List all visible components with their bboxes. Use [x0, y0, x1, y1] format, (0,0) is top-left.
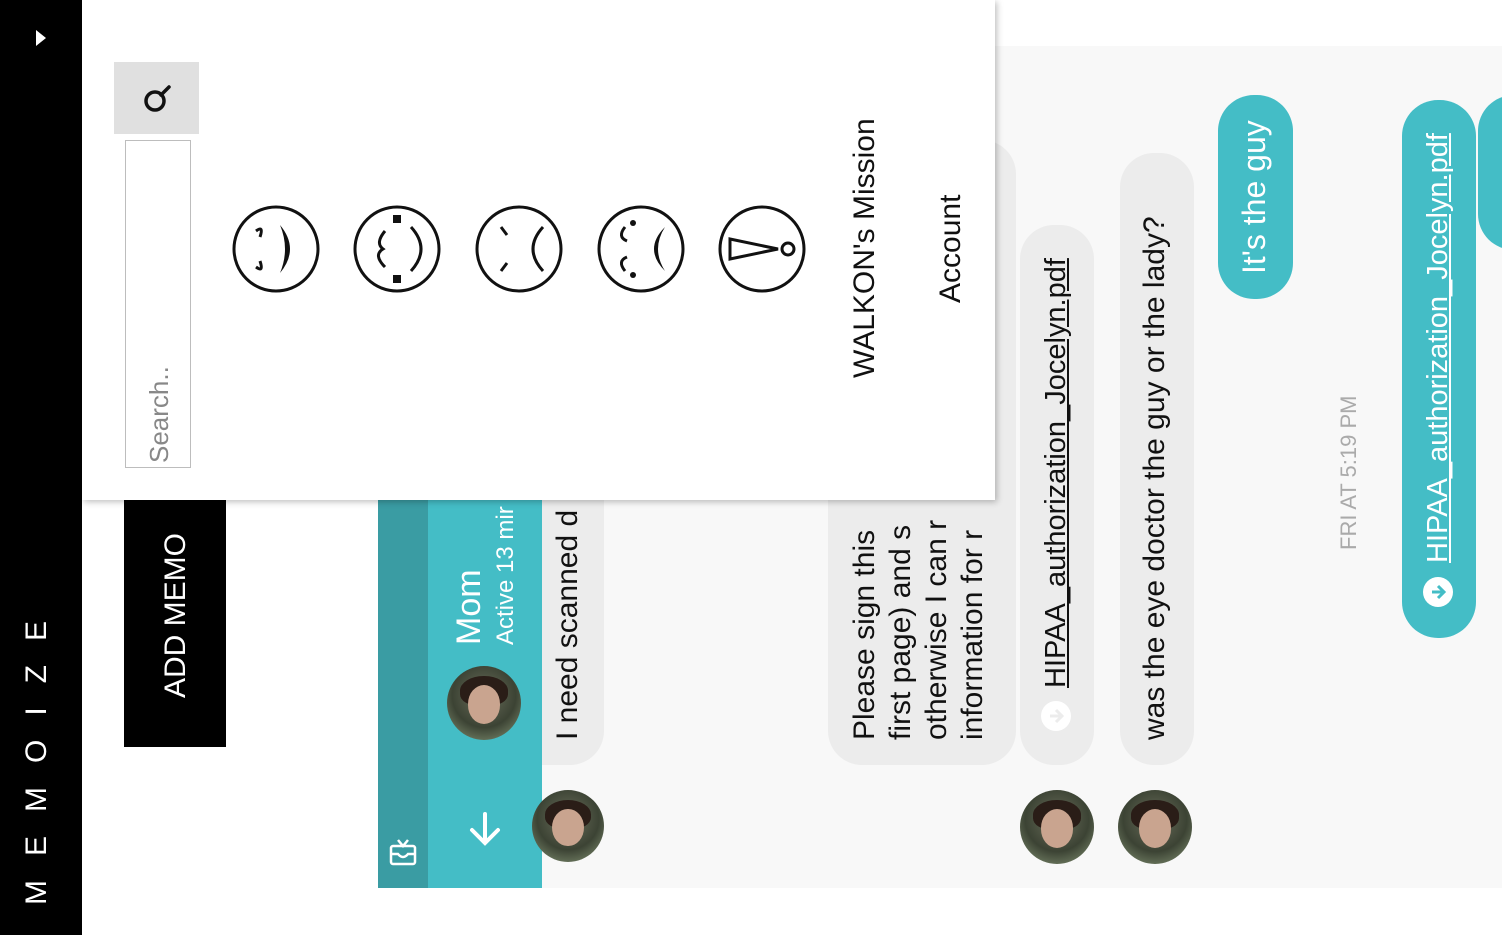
search-icon	[144, 85, 171, 112]
sender-avatar	[1118, 790, 1192, 864]
inbox-icon[interactable]	[388, 836, 418, 868]
message-timestamp: FRI AT 5:19 PM	[1336, 395, 1361, 550]
account-link[interactable]: Account	[934, 195, 967, 303]
sidebar: MEMOIZE	[0, 0, 82, 935]
message-text: information for r	[956, 529, 989, 740]
download-icon[interactable]	[1040, 700, 1072, 732]
search-button[interactable]	[114, 62, 199, 134]
outgoing-bubble-edge	[1478, 95, 1502, 250]
search-input[interactable]: Search..	[125, 140, 191, 468]
message-text: I need scanned d	[551, 509, 584, 740]
mission-link[interactable]: WALKON's Mission	[848, 118, 881, 378]
file-link[interactable]: HIPAA_authorization_Jocelyn.pdf	[1422, 133, 1454, 563]
laughing-face-icon[interactable]	[230, 203, 322, 295]
file-link[interactable]: HIPAA_authorization_Jocelyn.pdf	[1040, 258, 1072, 688]
search-placeholder: Search..	[144, 366, 174, 463]
sad-face-icon[interactable]	[473, 203, 565, 295]
play-icon[interactable]	[34, 28, 48, 48]
chat-header-toolbar	[378, 500, 428, 888]
contact-name: Mom	[450, 569, 488, 645]
message-text: otherwise I can r	[920, 519, 953, 740]
exclaiming-face-icon[interactable]	[716, 203, 808, 295]
message-text: was the eye doctor the guy or the lady?	[1138, 216, 1171, 740]
message-text: It's the guy	[1236, 120, 1272, 274]
crying-face-icon[interactable]	[595, 203, 687, 295]
sender-avatar	[532, 790, 604, 862]
message-text: first page) and s	[884, 524, 917, 740]
download-icon[interactable]	[1422, 576, 1454, 608]
minimize-arrow-icon[interactable]	[466, 810, 504, 848]
app-logo: MEMOIZE	[20, 597, 53, 905]
sender-avatar	[1020, 790, 1094, 864]
confused-face-icon[interactable]	[351, 203, 443, 295]
add-memo-button[interactable]: ADD MEMO	[124, 480, 226, 747]
contact-avatar	[447, 666, 521, 740]
add-memo-label: ADD MEMO	[159, 533, 192, 698]
message-text: Please sign this	[848, 529, 881, 740]
contact-status: Active 13 mir	[492, 506, 519, 645]
